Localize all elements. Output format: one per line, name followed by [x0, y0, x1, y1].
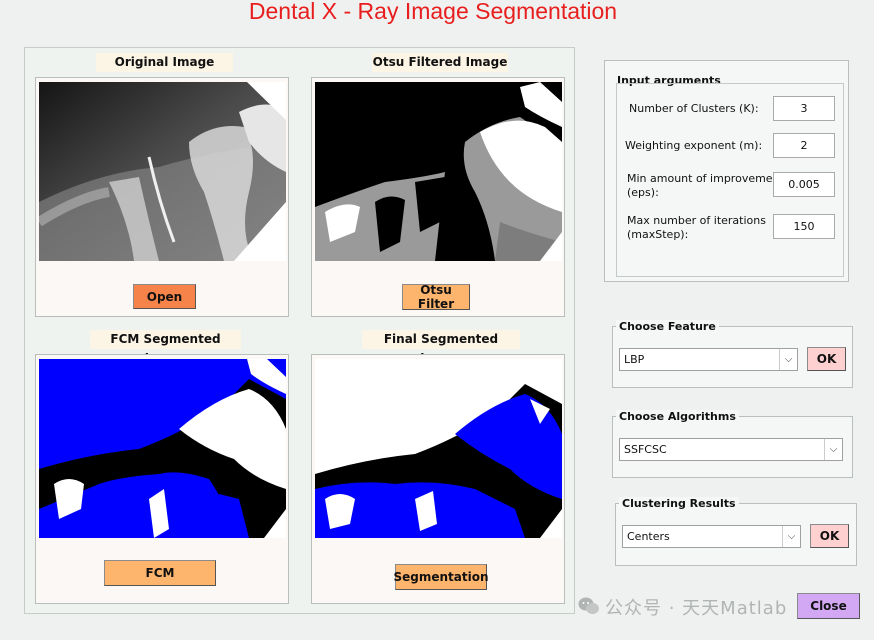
fcm-segmented-image	[39, 359, 286, 538]
feature-select[interactable]: LBP ⌵	[619, 348, 798, 371]
otsu-filtered-image	[315, 82, 562, 261]
param-label-weighting: Weighting exponent (m):	[625, 139, 763, 152]
window-title: Dental X - Ray Image Segmentation	[248, 0, 618, 24]
wechat-icon	[578, 596, 600, 616]
clusters-input[interactable]: 3	[773, 96, 835, 121]
eps-input[interactable]: 0.005	[773, 172, 835, 197]
param-label-clusters: Number of Clusters (K):	[629, 102, 759, 115]
algorithm-select[interactable]: SSFCSC ⌵	[619, 438, 843, 461]
clustering-ok-button[interactable]: OK	[810, 524, 849, 548]
segmentation-button[interactable]: Segmentation	[393, 564, 489, 590]
fcm-image-label: FCM Segmented Image	[90, 330, 241, 365]
otsu-image-label: Otsu Filtered Image	[372, 53, 508, 72]
clustering-results-select[interactable]: Centers ⌵	[622, 525, 801, 548]
maxstep-input[interactable]: 150	[773, 214, 835, 239]
param-label-maxstep-1: Max number of iterations	[627, 214, 766, 227]
otsu-filter-button[interactable]: Otsu Filter	[402, 283, 470, 311]
choose-algorithms-title: Choose Algorithms	[616, 410, 739, 424]
param-label-maxstep-2: (maxStep):	[627, 228, 689, 241]
original-image	[39, 82, 286, 261]
watermark-text: 公众号 · 天天Matlab	[605, 598, 788, 619]
chevron-down-icon: ⌵	[779, 349, 797, 370]
clustering-results-value: Centers	[627, 530, 670, 543]
param-label-eps-1: Min amount of improvement	[627, 172, 784, 185]
choose-feature-title: Choose Feature	[616, 320, 719, 334]
fcm-button[interactable]: FCM	[104, 560, 216, 586]
final-image-label: Final Segmented Image	[362, 330, 520, 365]
param-label-eps-2: (eps):	[627, 186, 659, 199]
original-image-label: Original Image	[96, 53, 233, 72]
feature-select-value: LBP	[624, 353, 645, 366]
algorithm-select-value: SSFCSC	[624, 443, 667, 456]
chevron-down-icon: ⌵	[782, 526, 800, 547]
feature-ok-button[interactable]: OK	[807, 347, 846, 371]
clustering-results-title: Clustering Results	[619, 497, 739, 511]
weighting-exponent-input[interactable]: 2	[773, 133, 835, 158]
close-button[interactable]: Close	[797, 593, 860, 619]
final-segmented-image	[315, 359, 562, 538]
chevron-down-icon: ⌵	[824, 439, 842, 460]
open-button[interactable]: Open	[133, 284, 196, 309]
